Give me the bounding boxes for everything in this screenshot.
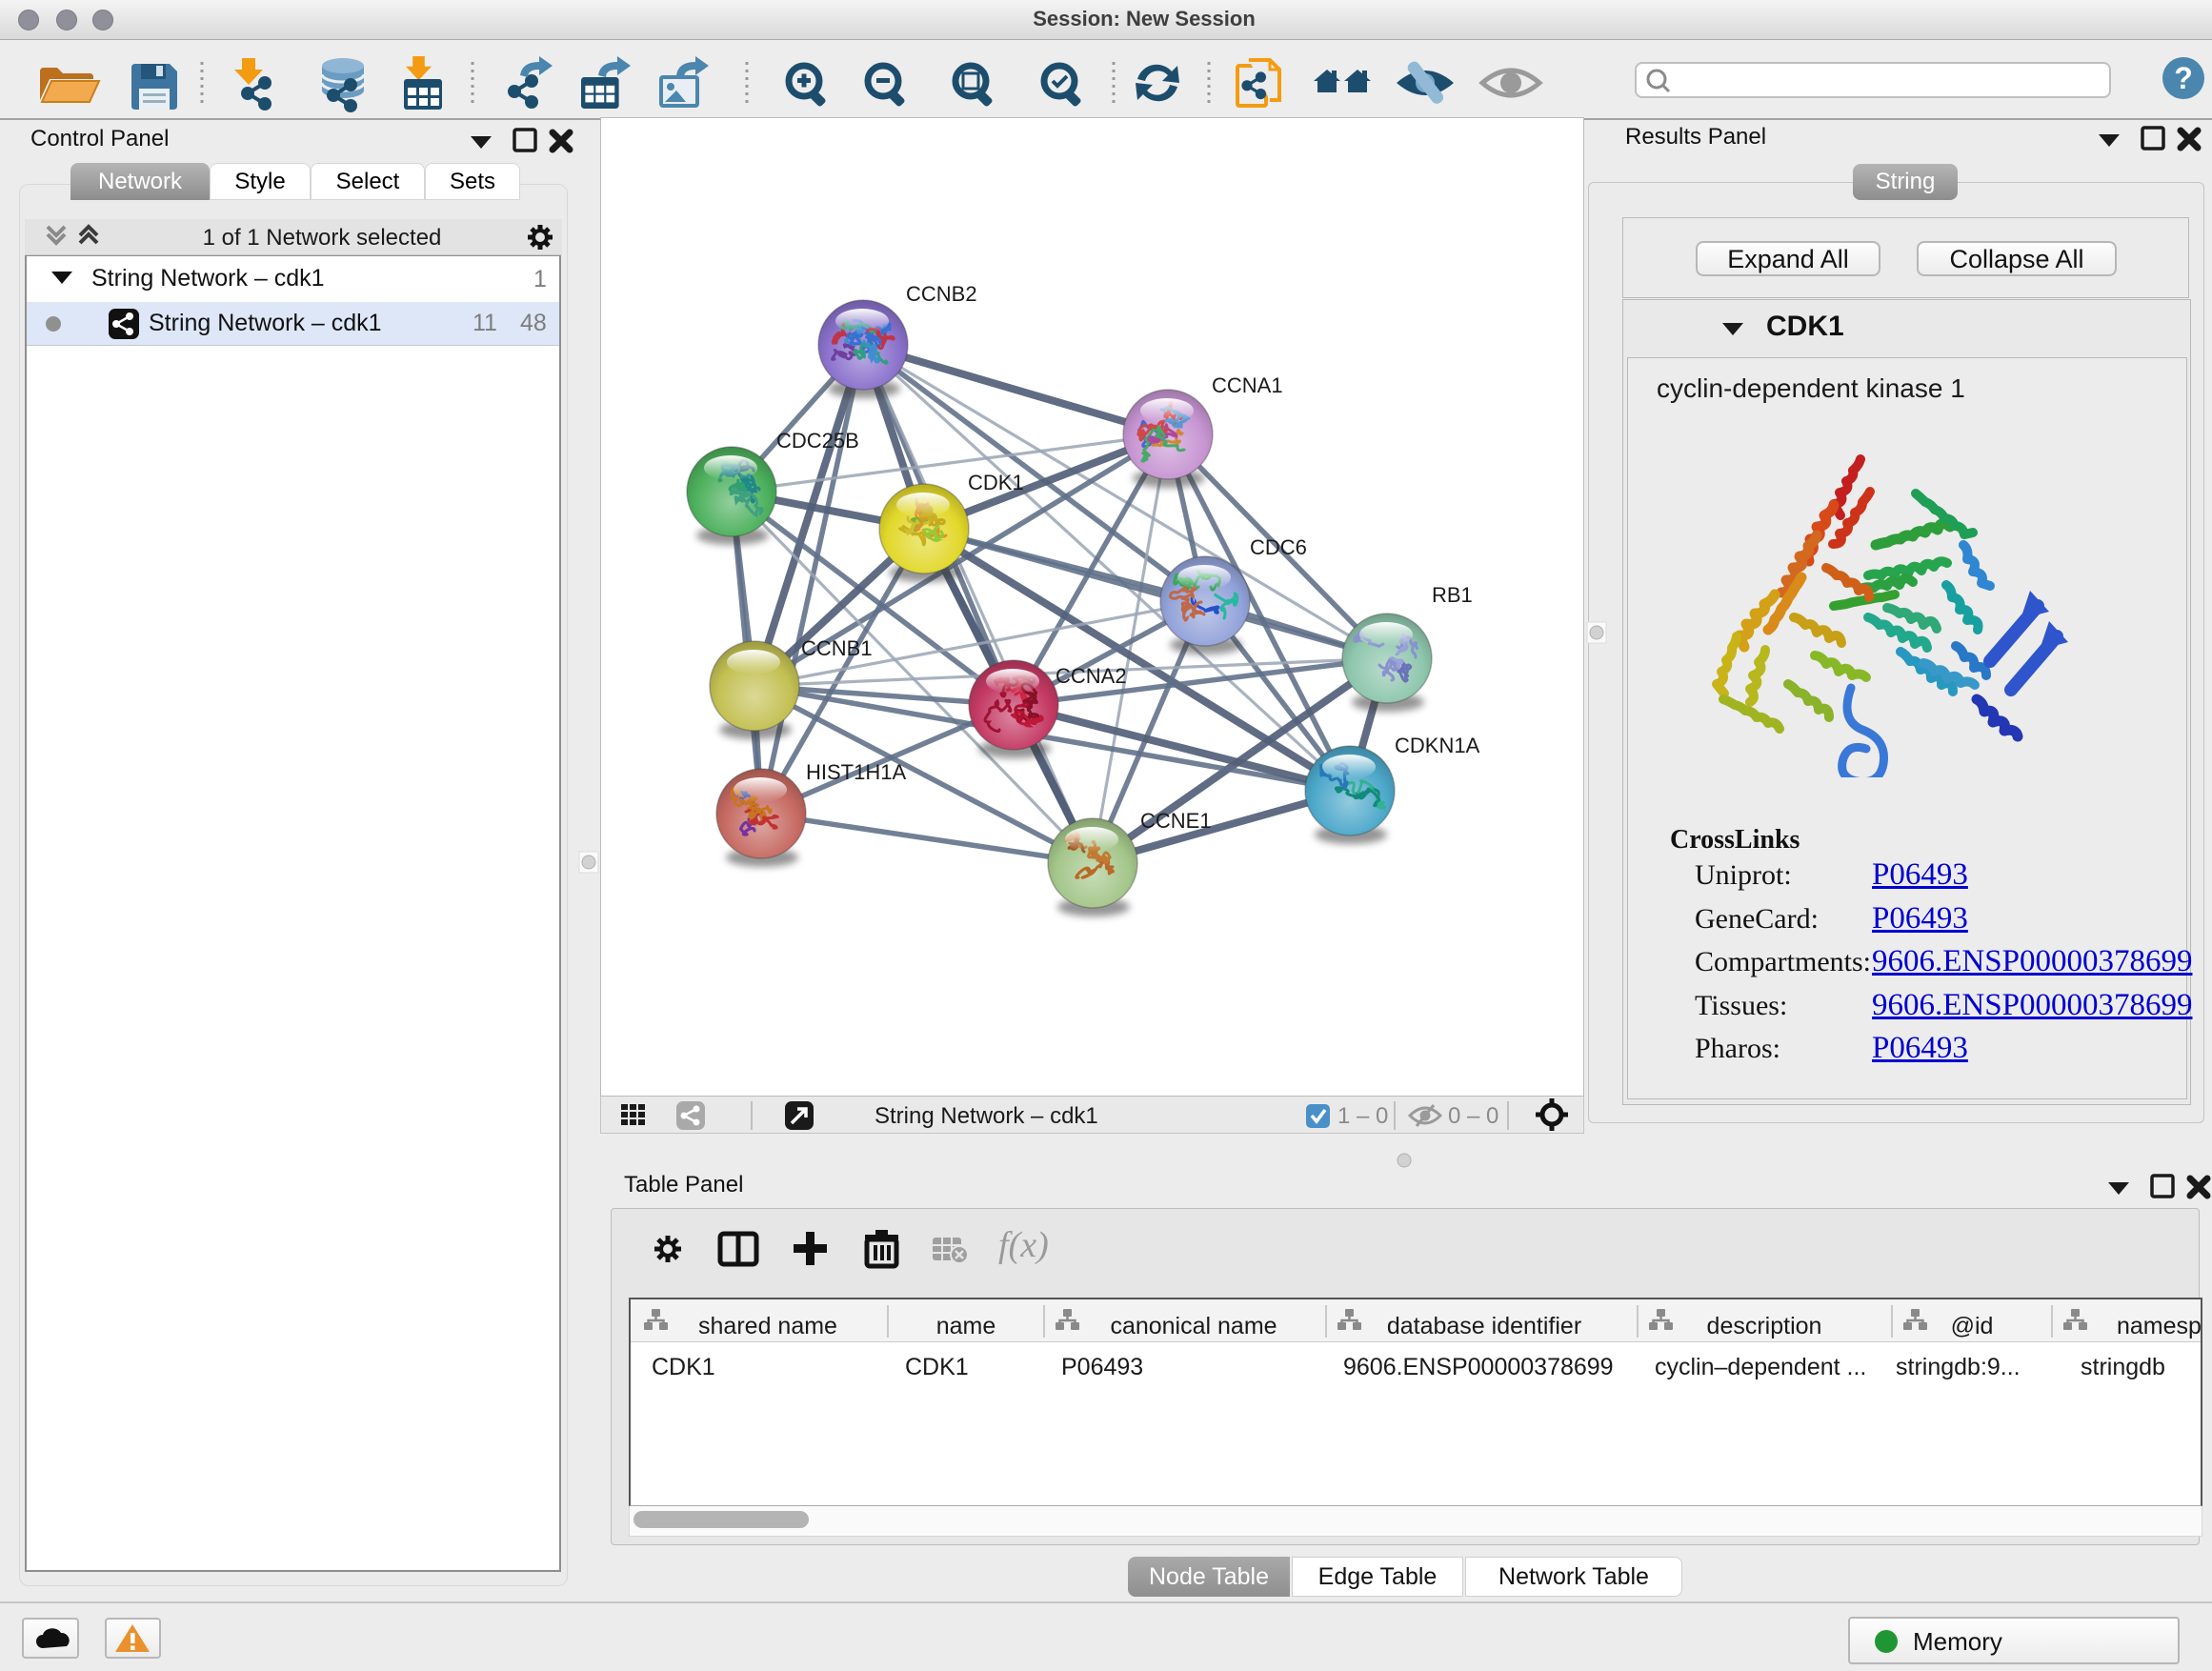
svg-text:CCNE1: CCNE1 <box>1140 809 1212 833</box>
svg-text:stringdb: stringdb <box>2081 1354 2165 1380</box>
svg-text:f(x): f(x) <box>998 1225 1049 1265</box>
svg-text:shared name: shared name <box>698 1313 837 1339</box>
svg-text:@id: @id <box>1951 1313 1994 1339</box>
svg-text:CCNA2: CCNA2 <box>1056 664 1127 688</box>
svg-text:P06493: P06493 <box>1061 1354 1143 1380</box>
svg-text:CDC6: CDC6 <box>1250 535 1307 559</box>
svg-text:CCNB2: CCNB2 <box>906 282 977 306</box>
svg-text:CDK1: CDK1 <box>905 1354 969 1380</box>
svg-text:9606.ENSP00000378699: 9606.ENSP00000378699 <box>1343 1354 1614 1380</box>
svg-text:CCNA1: CCNA1 <box>1212 373 1283 397</box>
svg-text:1 – 0: 1 – 0 <box>1337 1103 1388 1129</box>
svg-text:HIST1H1A: HIST1H1A <box>806 760 906 784</box>
svg-text:0 – 0: 0 – 0 <box>1448 1103 1498 1129</box>
svg-text:?: ? <box>2174 61 2193 95</box>
svg-text:stringdb:9...: stringdb:9... <box>1896 1354 2021 1380</box>
svg-text:CDC25B: CDC25B <box>776 429 859 453</box>
svg-text:CDK1: CDK1 <box>968 471 1024 494</box>
svg-text:cyclin–dependent ...: cyclin–dependent ... <box>1655 1354 1866 1380</box>
svg-text:CDK1: CDK1 <box>652 1354 715 1380</box>
svg-text:database identifier: database identifier <box>1387 1313 1581 1339</box>
svg-text:CCNB1: CCNB1 <box>801 636 873 660</box>
svg-text:RB1: RB1 <box>1432 583 1473 607</box>
svg-text:canonical name: canonical name <box>1110 1313 1277 1339</box>
svg-text:name: name <box>936 1313 996 1339</box>
svg-text:namespace: namespace <box>2117 1313 2202 1339</box>
svg-text:CDKN1A: CDKN1A <box>1395 734 1480 757</box>
svg-text:description: description <box>1707 1313 1822 1339</box>
svg-text:String Network – cdk1: String Network – cdk1 <box>875 1103 1098 1129</box>
